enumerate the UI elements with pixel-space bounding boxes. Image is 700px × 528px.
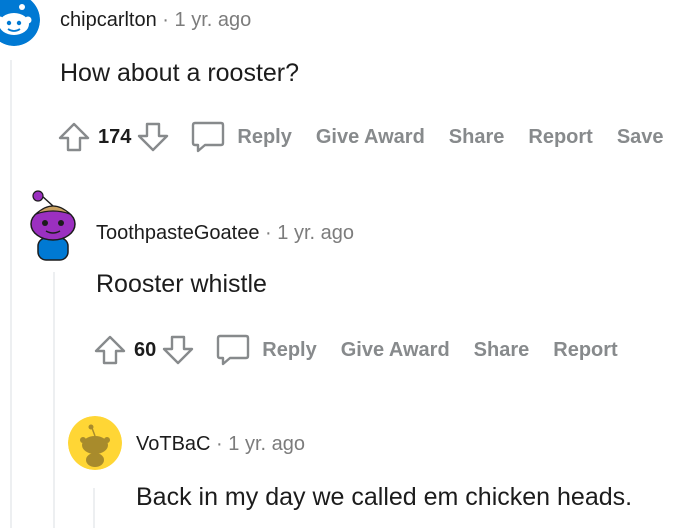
comment-header: chipcarlton · 1 yr. ago	[60, 9, 251, 32]
downvote-icon[interactable]	[135, 119, 171, 155]
give-award-button[interactable]: Give Award	[316, 126, 425, 149]
avatar[interactable]	[0, 0, 40, 46]
share-button[interactable]: Share	[449, 126, 505, 149]
avatar[interactable]	[68, 416, 122, 470]
snoo-avatar-icon	[30, 190, 76, 261]
comment-header: VoTBaC · 1 yr. ago	[136, 433, 305, 456]
comment-actions: 174 Reply Give Award Share Report Save	[56, 118, 664, 156]
report-button[interactable]: Report	[528, 126, 592, 149]
share-button[interactable]: Share	[474, 339, 530, 362]
report-button[interactable]: Report	[553, 339, 617, 362]
vote-count: 60	[134, 338, 157, 361]
timestamp[interactable]: 1 yr. ago	[175, 9, 252, 31]
thread-line[interactable]	[53, 272, 55, 528]
comment-body: Back in my day we called em chicken head…	[136, 483, 633, 511]
vote-count: 174	[98, 125, 132, 148]
save-button[interactable]: Save	[617, 126, 664, 149]
username-link[interactable]: VoTBaC	[136, 433, 210, 455]
reply-button[interactable]: Reply	[214, 331, 317, 369]
separator-dot: ·	[216, 433, 223, 455]
upvote-icon[interactable]	[92, 332, 128, 368]
snoo-avatar-icon	[68, 416, 122, 470]
comment-body: Rooster whistle	[96, 270, 267, 298]
separator-dot: ·	[162, 9, 169, 31]
username-link[interactable]: ToothpasteGoatee	[96, 222, 259, 244]
give-award-button[interactable]: Give Award	[341, 339, 450, 362]
thread-line[interactable]	[93, 488, 95, 528]
comment-body: How about a rooster?	[60, 59, 300, 87]
reply-button[interactable]: Reply	[189, 118, 292, 156]
timestamp[interactable]: 1 yr. ago	[228, 433, 305, 455]
comment-bubble-icon	[217, 334, 250, 366]
username-link[interactable]: chipcarlton	[60, 9, 157, 31]
separator-dot: ·	[265, 222, 272, 244]
thread-line[interactable]	[10, 60, 12, 528]
downvote-icon[interactable]	[160, 332, 196, 368]
comment-header: ToothpasteGoatee · 1 yr. ago	[96, 222, 354, 245]
comment-bubble-icon	[192, 121, 225, 153]
comment-actions: 60 Reply Give Award Share Report	[92, 331, 618, 369]
reply-label: Reply	[262, 338, 317, 361]
reply-label: Reply	[237, 125, 292, 148]
timestamp[interactable]: 1 yr. ago	[277, 222, 354, 244]
snoo-avatar-icon	[0, 0, 40, 46]
upvote-icon[interactable]	[56, 119, 92, 155]
avatar[interactable]	[26, 190, 80, 262]
